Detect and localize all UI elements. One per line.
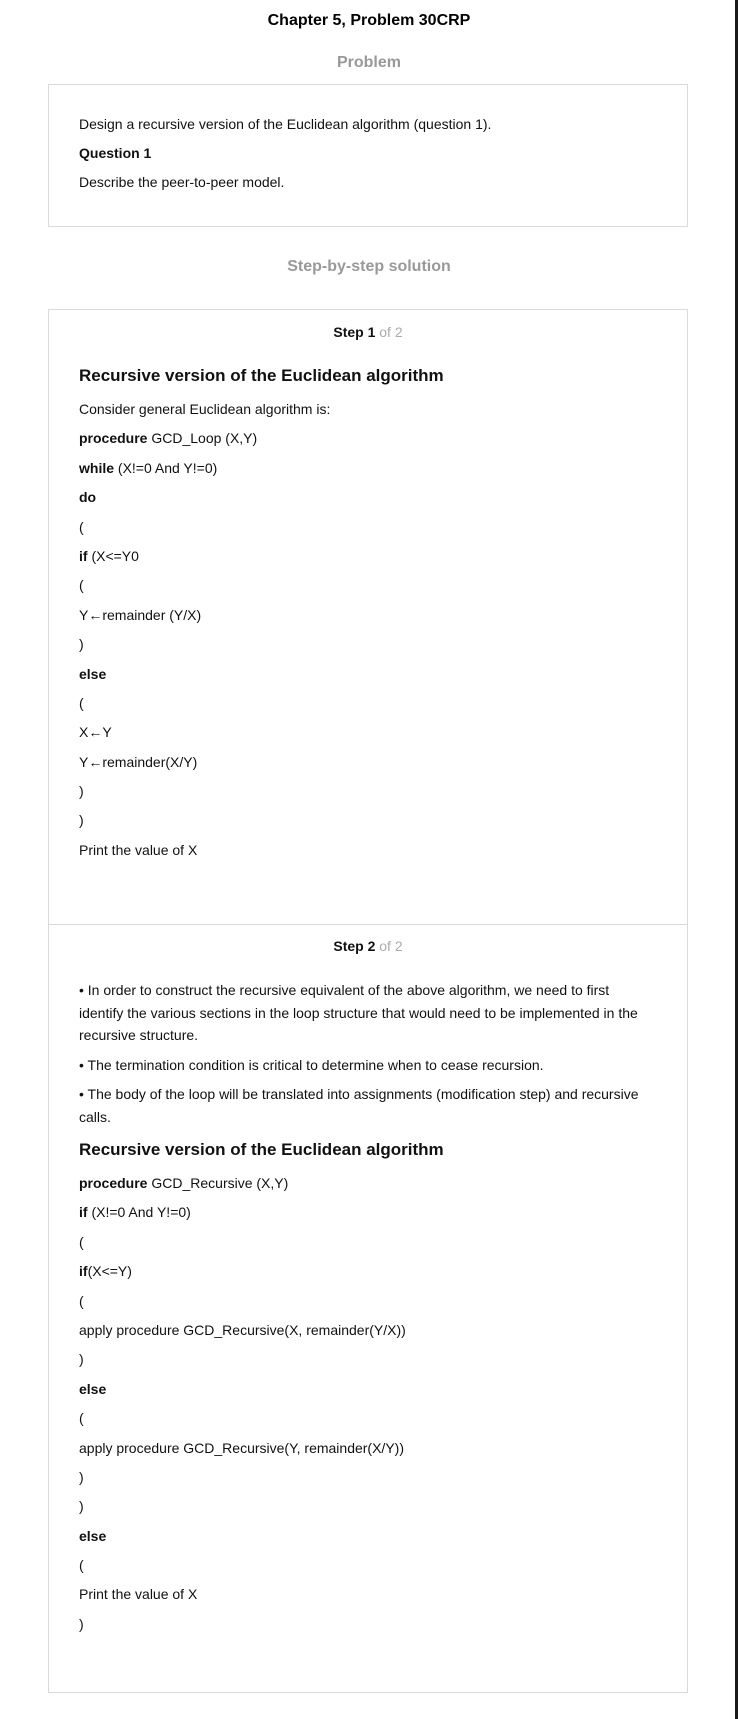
code-text: ): [79, 783, 84, 800]
code-text: ): [79, 812, 84, 829]
code-line: procedure GCD_Recursive (X,Y): [79, 1173, 657, 1193]
question-text: Describe the peer-to-peer model.: [79, 174, 285, 190]
code-text: Print the value of X: [79, 841, 198, 858]
code-keyword: else: [79, 1527, 107, 1544]
code-keyword: do: [79, 489, 97, 506]
bullet-3: • The body of the loop will be translate…: [79, 1083, 657, 1128]
code-keyword: procedure: [79, 1175, 148, 1191]
code-line: procedure GCD_Loop (X,Y): [79, 428, 657, 448]
code-line: (: [79, 1408, 657, 1428]
code-line: ): [79, 1467, 657, 1487]
code-line: apply procedure GCD_Recursive(X, remaind…: [79, 1320, 657, 1340]
bullet-1-line-1: • In order to construct the recursive eq…: [79, 982, 610, 998]
code-text: (: [79, 1292, 84, 1309]
code-line: Y←remainder (Y/X): [79, 605, 657, 625]
code-text: ): [79, 1498, 84, 1515]
code-text: (X!=0 And Y!=0): [87, 1204, 191, 1221]
code-text: (: [79, 1410, 84, 1427]
code-line: ): [79, 1614, 657, 1634]
code-text: ): [79, 1615, 84, 1632]
code-line: apply procedure GCD_Recursive(Y, remaind…: [79, 1438, 657, 1458]
code-line: do: [79, 487, 657, 507]
step-2-heading: Recursive version of the Euclidean algor…: [79, 1140, 444, 1159]
code-text: (: [79, 1233, 84, 1250]
solution-heading: Step-by-step solution: [287, 258, 451, 275]
code-keyword: if: [79, 1263, 88, 1280]
code-line: Y←remainder(X/Y): [79, 752, 657, 772]
code-line: while (X!=0 And Y!=0): [79, 458, 657, 478]
code-line: X←Y: [79, 722, 657, 742]
step-1-label: Step 1: [333, 324, 376, 340]
code-text: (X!=0 And Y!=0): [114, 459, 218, 476]
code-line: ): [79, 634, 657, 654]
code-line: (: [79, 693, 657, 713]
bullet-1: • In order to construct the recursive eq…: [79, 979, 657, 1047]
code-text: Y←remainder(X/Y): [79, 753, 198, 770]
page: Chapter 5, Problem 30CRP Problem Design …: [0, 0, 738, 1719]
step-2-header: Step 2 of 2: [49, 925, 687, 956]
code-keyword: else: [79, 1380, 107, 1397]
step-1: Step 1 of 2 Recursive version of the Euc…: [49, 310, 687, 924]
code-line: Print the value of X: [79, 840, 657, 860]
step-1-heading: Recursive version of the Euclidean algor…: [79, 366, 444, 385]
code-line: if(X<=Y): [79, 1261, 657, 1281]
code-line: (: [79, 1291, 657, 1311]
step-2-code: procedure GCD_Recursive (X,Y) if (X!=0 An…: [79, 1173, 657, 1634]
solution-box: Step 1 of 2 Recursive version of the Euc…: [48, 309, 688, 1693]
code-line: else: [79, 1526, 657, 1546]
step-1-header: Step 1 of 2: [49, 310, 687, 342]
bullet-3-line-2: calls.: [79, 1108, 111, 1125]
code-text: GCD_Loop (X,Y): [147, 430, 258, 447]
code-text: Print the value of X: [79, 1586, 198, 1603]
code-text: ): [79, 1468, 84, 1485]
step-1-total: of 2: [375, 324, 403, 340]
code-keyword: if: [79, 547, 88, 564]
code-line: if (X!=0 And Y!=0): [79, 1202, 657, 1222]
code-text: (: [79, 518, 84, 535]
code-text: (: [79, 1557, 84, 1574]
question-label: Question 1: [79, 145, 152, 161]
bullet-2: • The termination condition is critical …: [79, 1056, 544, 1073]
code-line: (: [79, 575, 657, 595]
code-text: apply procedure GCD_Recursive(X, remaind…: [79, 1321, 406, 1338]
code-line: (: [79, 1555, 657, 1575]
code-line: Print the value of X: [79, 1584, 657, 1604]
code-text: (X<=Y): [87, 1263, 132, 1280]
step-1-code: procedure GCD_Loop (X,Y) while (X!=0 And …: [79, 428, 657, 859]
problem-heading: Problem: [336, 54, 401, 71]
code-text: GCD_Recursive (X,Y): [147, 1175, 289, 1191]
code-text: ): [79, 1351, 84, 1368]
code-line: ): [79, 1496, 657, 1516]
code-text: (: [79, 577, 84, 594]
code-line: ): [79, 810, 657, 830]
code-line: ): [79, 1349, 657, 1369]
bullet-1-line-3: recursive structure.: [79, 1027, 199, 1043]
code-text: X←Y: [79, 724, 112, 741]
code-keyword: while: [79, 459, 115, 476]
code-line: (: [79, 1232, 657, 1252]
problem-statement: Design a recursive version of the Euclid…: [79, 116, 492, 132]
step-2-label: Step 2: [333, 938, 376, 954]
step-1-intro: Consider general Euclidean algorithm is:: [79, 401, 331, 417]
code-line: if (X<=Y0: [79, 546, 657, 566]
code-line: (: [79, 517, 657, 537]
step-2: Step 2 of 2 • In order to construct the …: [49, 925, 687, 1634]
code-line: else: [79, 1379, 657, 1399]
code-text: (X<=Y0: [87, 547, 139, 564]
code-text: apply procedure GCD_Recursive(Y, remaind…: [79, 1439, 404, 1456]
code-keyword: else: [79, 665, 107, 682]
code-text: ): [79, 636, 84, 653]
code-text: Y←remainder (Y/X): [79, 606, 202, 623]
code-keyword: if: [79, 1204, 88, 1221]
code-line: else: [79, 664, 657, 684]
bullet-1-line-2: identify the various sections in the loo…: [79, 1004, 638, 1021]
step-2-total: of 2: [375, 938, 403, 954]
code-keyword: procedure: [79, 430, 148, 447]
page-title: Chapter 5, Problem 30CRP: [267, 12, 471, 29]
code-text: (: [79, 694, 84, 711]
bullet-3-line-1: • The body of the loop will be translate…: [79, 1086, 639, 1102]
problem-box: Design a recursive version of the Euclid…: [48, 84, 688, 227]
code-line: ): [79, 781, 657, 801]
